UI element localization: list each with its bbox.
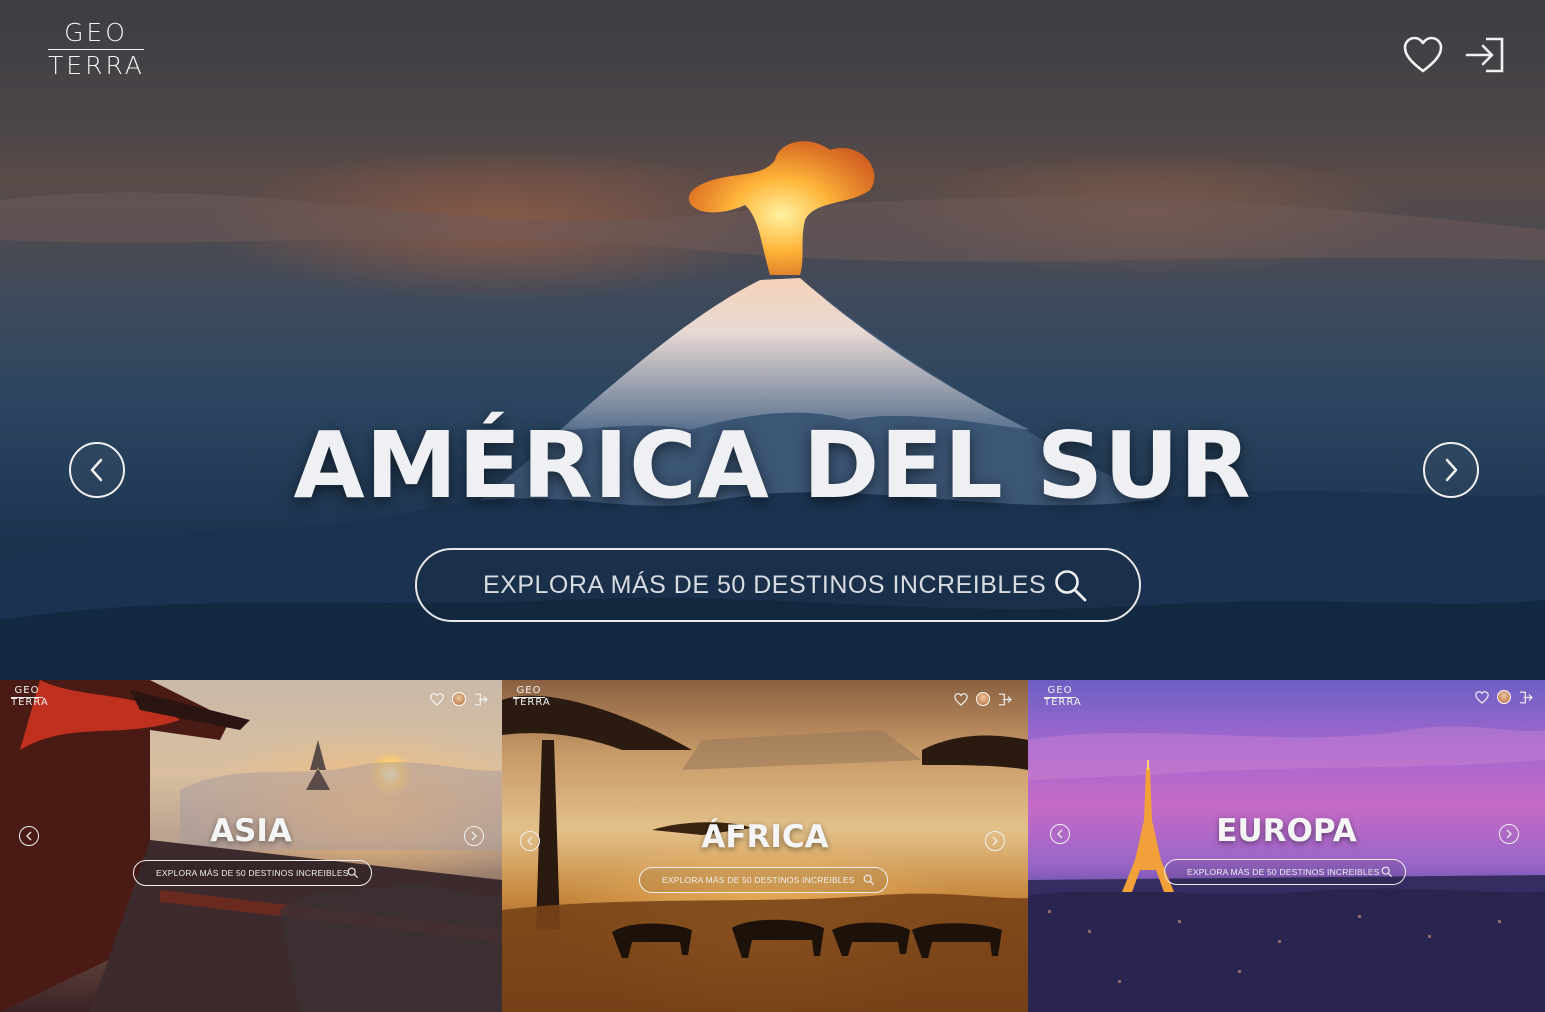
preview-title: ÁFRICA <box>701 819 829 855</box>
preview-header-actions <box>430 692 488 706</box>
search-icon[interactable] <box>347 867 359 879</box>
hero-banner: GEO TERRA AMÉRICA DEL SUR EXPLORA MÁS DE… <box>0 0 1545 680</box>
preview-search-input[interactable]: EXPLORA MÁS DE 50 DESTINOS INCREIBLES <box>133 860 372 886</box>
avatar[interactable] <box>452 692 466 706</box>
login-button[interactable] <box>1463 33 1507 77</box>
heart-icon[interactable] <box>430 692 444 706</box>
preview-search-input[interactable]: EXPLORA MÁS DE 50 DESTINOS INCREIBLES <box>1164 859 1406 885</box>
preview-brand-logo: GEO TERRA <box>513 686 551 708</box>
hero-search-input[interactable]: EXPLORA MÁS DE 50 DESTINOS INCREIBLES <box>415 548 1141 622</box>
preview-search-placeholder: EXPLORA MÁS DE 50 DESTINOS INCREIBLES <box>1187 867 1380 877</box>
hero-title: AMÉRICA DEL SUR <box>293 412 1252 519</box>
search-placeholder: EXPLORA MÁS DE 50 DESTINOS INCREIBLES <box>483 570 1047 599</box>
brand-logo[interactable]: GEO TERRA <box>48 20 144 79</box>
preview-brand-line2: TERRA <box>11 697 49 708</box>
preview-title: EUROPA <box>1216 813 1357 849</box>
preview-header-actions <box>1475 690 1533 704</box>
search-icon[interactable] <box>863 874 875 886</box>
avatar[interactable] <box>976 692 990 706</box>
brand-logo-line1: GEO <box>48 20 144 50</box>
brand-logo-line2: TERRA <box>48 51 145 80</box>
preview-card-africa[interactable]: GEO TERRA ÁFRICA EXPLORA MÁS DE 50 DESTI… <box>502 680 1028 1012</box>
preview-brand-logo: GEO TERRA <box>11 686 49 708</box>
preview-card-europa[interactable]: GEO TERRA EUROPA EXPLORA MÁS DE 50 DESTI… <box>1028 680 1545 1012</box>
preview-title: ASIA <box>210 813 292 849</box>
preview-header-actions <box>954 692 1012 706</box>
preview-search-placeholder: EXPLORA MÁS DE 50 DESTINOS INCREIBLES <box>156 868 349 878</box>
preview-search-placeholder: EXPLORA MÁS DE 50 DESTINOS INCREIBLES <box>662 875 855 885</box>
preview-brand-line2: TERRA <box>513 697 551 708</box>
sign-out-icon[interactable] <box>474 693 488 706</box>
favorites-button[interactable] <box>1401 33 1445 77</box>
search-icon[interactable] <box>1381 866 1393 878</box>
preview-brand-line2: TERRA <box>1044 697 1082 708</box>
preview-search-input[interactable]: EXPLORA MÁS DE 50 DESTINOS INCREIBLES <box>639 867 888 893</box>
sign-out-icon[interactable] <box>998 693 1012 706</box>
heart-icon <box>1403 36 1443 73</box>
sign-out-icon[interactable] <box>1519 691 1533 704</box>
sign-in-icon <box>1465 37 1504 73</box>
avatar[interactable] <box>1497 690 1511 704</box>
preview-card-asia[interactable]: GEO TERRA ASIA EXPLORA MÁS DE 50 DESTINO… <box>0 680 502 1012</box>
heart-icon[interactable] <box>954 692 968 706</box>
preview-brand-logo: GEO TERRA <box>1044 686 1082 708</box>
heart-icon[interactable] <box>1475 690 1489 704</box>
search-icon[interactable] <box>1053 568 1089 604</box>
header-actions <box>1401 33 1507 77</box>
